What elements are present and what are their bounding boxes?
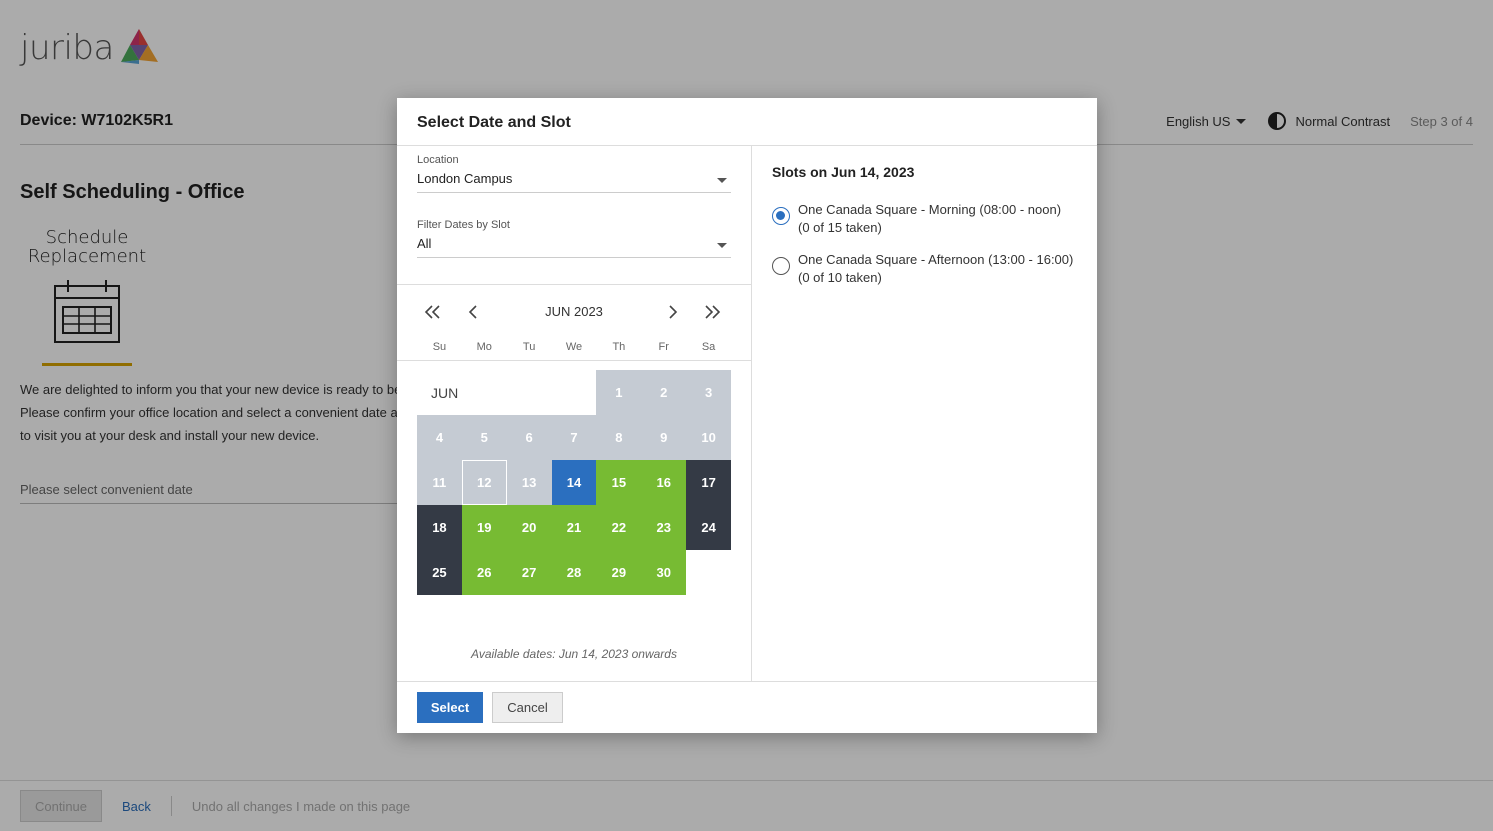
slot-option[interactable]: One Canada Square - Afternoon (13:00 - 1…	[772, 251, 1077, 287]
calendar-week-row: 4 5 6 7 8 9 10	[417, 415, 732, 460]
slot-option[interactable]: One Canada Square - Morning (08:00 - noo…	[772, 201, 1077, 237]
weekday-header: Su Mo Tu We Th Fr Sa	[417, 341, 731, 353]
calendar-day-27[interactable]: 27	[506, 550, 552, 595]
calendar-day-19[interactable]: 19	[461, 505, 507, 550]
cancel-button[interactable]: Cancel	[492, 692, 563, 723]
calendar-day-24[interactable]: 24	[686, 505, 732, 550]
chevron-down-icon	[717, 243, 727, 248]
calendar-day-1[interactable]: 1	[596, 370, 642, 415]
calendar-week-row: 25 26 27 28 29 30	[417, 550, 731, 595]
calendar-day-10[interactable]: 10	[686, 415, 732, 460]
next-year-icon[interactable]	[700, 302, 724, 322]
calendar-day-26[interactable]: 26	[461, 550, 507, 595]
slot-filter-select[interactable]: Filter Dates by Slot All	[417, 219, 731, 258]
available-dates-note: Available dates: Jun 14, 2023 onwards	[471, 647, 677, 661]
weekday-label: Mo	[476, 341, 492, 353]
weekday-label: Th	[612, 341, 626, 353]
calendar-empty-cell	[686, 550, 731, 595]
calendar-day-7[interactable]: 7	[551, 415, 597, 460]
calendar-day-28[interactable]: 28	[551, 550, 597, 595]
weekday-label: Fr	[658, 341, 669, 353]
calendar-day-13[interactable]: 13	[506, 460, 552, 505]
calendar-week-row: 18 19 20 21 22 23 24	[417, 505, 732, 550]
calendar-day-22[interactable]: 22	[596, 505, 642, 550]
filter-label: Filter Dates by Slot	[417, 219, 510, 231]
radio-unchecked-icon[interactable]	[772, 257, 790, 275]
calendar-day-3[interactable]: 3	[686, 370, 731, 415]
calendar-day-6[interactable]: 6	[506, 415, 552, 460]
calendar-day-11[interactable]: 11	[417, 460, 462, 505]
weekday-label: Su	[432, 341, 447, 353]
calendar-day-8[interactable]: 8	[596, 415, 642, 460]
calendar-week-row: JUN 1 2 3	[417, 370, 731, 415]
slots-title: Slots on Jun 14, 2023	[772, 164, 915, 180]
dialog-body: Location London Campus Filter Dates by S…	[397, 146, 1097, 682]
filter-divider	[397, 284, 751, 285]
slot-label: One Canada Square - Morning (08:00 - noo…	[798, 202, 1062, 235]
calendar-day-5[interactable]: 5	[461, 415, 507, 460]
calendar-day-2[interactable]: 2	[641, 370, 687, 415]
calendar-day-25[interactable]: 25	[417, 550, 462, 595]
location-value: London Campus	[417, 171, 513, 186]
calendar-day-4[interactable]: 4	[417, 415, 462, 460]
calendar-day-21[interactable]: 21	[551, 505, 597, 550]
calendar-day-23[interactable]: 23	[641, 505, 687, 550]
slot-label: One Canada Square - Afternoon (13:00 - 1…	[798, 252, 1074, 285]
calendar-day-16[interactable]: 16	[641, 460, 687, 505]
month-short-label: JUN	[431, 384, 459, 401]
filter-value: All	[417, 236, 432, 251]
calendar-day-17[interactable]: 17	[686, 460, 732, 505]
calendar-day-30[interactable]: 30	[641, 550, 687, 595]
calendar-nav: JUN 2023	[417, 302, 731, 322]
select-button[interactable]: Select	[417, 692, 483, 723]
dialog-title: Select Date and Slot	[397, 98, 1097, 146]
date-pane: Location London Campus Filter Dates by S…	[397, 146, 752, 682]
calendar-day-29[interactable]: 29	[596, 550, 642, 595]
calendar-week-row: 11 12 13 14 15 16 17	[417, 460, 732, 505]
next-month-icon[interactable]	[660, 302, 684, 322]
calendar-day-9[interactable]: 9	[641, 415, 687, 460]
calendar-day-15[interactable]: 15	[596, 460, 642, 505]
chevron-down-icon	[717, 178, 727, 183]
calendar-grid: JUN 1 2 3 4 5 6 7 8 9 10 11 12 13 14 15 16 17 18 19 20 21 22 23…	[417, 370, 732, 595]
weekday-label: Sa	[701, 341, 716, 353]
calendar-day-18[interactable]: 18	[417, 505, 462, 550]
slots-pane: Slots on Jun 14, 2023 One Canada Square …	[752, 146, 1097, 682]
select-date-slot-dialog: Select Date and Slot Location London Cam…	[397, 98, 1097, 733]
weekday-label: Tu	[522, 341, 536, 353]
weekday-divider	[397, 360, 751, 361]
location-label: Location	[417, 154, 459, 166]
dialog-footer: Select Cancel	[397, 681, 1097, 733]
radio-checked-icon[interactable]	[772, 207, 790, 225]
calendar-day-14[interactable]: 14	[551, 460, 597, 505]
location-select[interactable]: Location London Campus	[417, 154, 731, 193]
calendar-day-12[interactable]: 12	[461, 460, 507, 505]
weekday-label: We	[565, 341, 583, 353]
calendar-day-20[interactable]: 20	[506, 505, 552, 550]
